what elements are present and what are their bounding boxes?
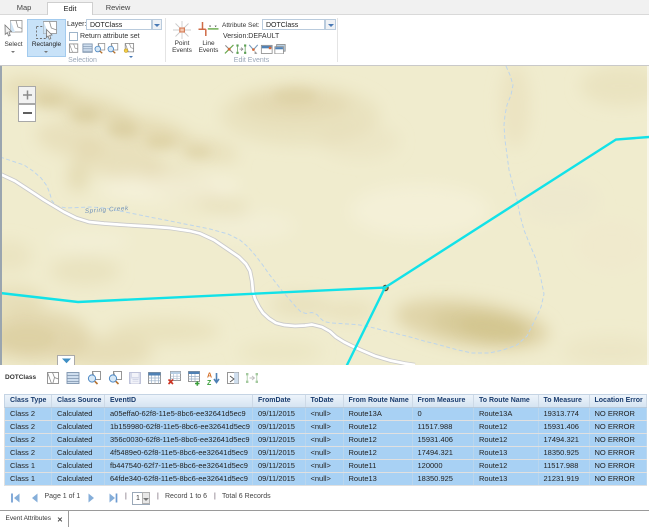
svg-text:A: A — [207, 373, 212, 380]
svg-text:Z: Z — [207, 380, 212, 387]
